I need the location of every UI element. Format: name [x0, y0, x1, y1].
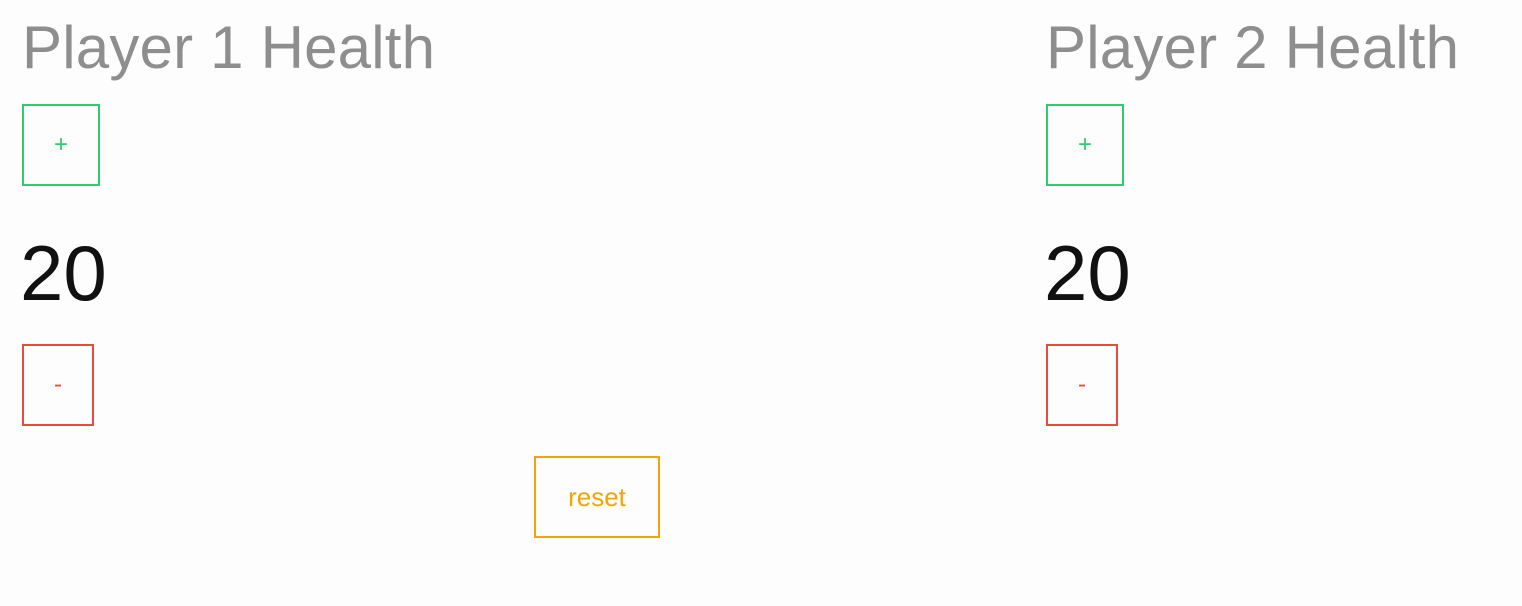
player-2-health-value: 20 — [1044, 229, 1131, 317]
reset-button[interactable]: reset — [534, 456, 660, 538]
player-1-increment-button[interactable]: + — [22, 104, 100, 186]
player-2-increment-button[interactable]: + — [1046, 104, 1124, 186]
player-2-decrement-button[interactable]: - — [1046, 344, 1118, 426]
player-1-health-value: 20 — [20, 229, 107, 317]
player-1-decrement-button[interactable]: - — [22, 344, 94, 426]
player-2-title: Player 2 Health — [1046, 14, 1460, 81]
player-1-title: Player 1 Health — [22, 14, 436, 81]
